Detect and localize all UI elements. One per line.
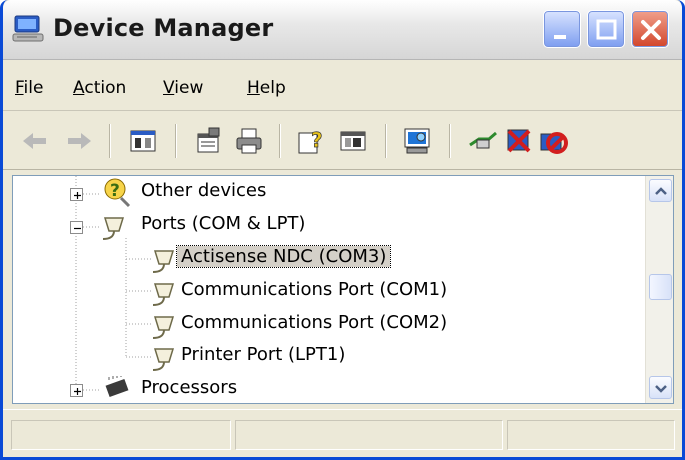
back-arrow-icon[interactable] (19, 125, 51, 157)
menu-file-label: ile (23, 78, 44, 98)
vertical-scrollbar[interactable] (645, 176, 673, 403)
toolbar-separator (279, 124, 281, 158)
collapse-ports[interactable] (70, 221, 83, 234)
port-icon (102, 217, 125, 240)
menu-file-accel: F (15, 78, 24, 98)
minimize-icon (554, 35, 566, 39)
toolbar-separator (109, 124, 111, 158)
tree-item-com2[interactable]: Communications Port (COM2) (181, 312, 447, 333)
scroll-up-button[interactable] (649, 179, 672, 202)
chevron-up-icon (655, 187, 667, 195)
unknown-device-icon: ? (104, 178, 131, 208)
plus-icon (74, 388, 81, 395)
show-hide-console-tree-icon[interactable] (127, 125, 159, 157)
help-icon[interactable]: ? (295, 125, 327, 157)
show-hide-action-pane-icon[interactable] (337, 125, 369, 157)
tree-item-other-devices[interactable]: Other devices (141, 180, 266, 201)
close-button[interactable] (631, 10, 669, 48)
menu-action[interactable]: Action (73, 78, 126, 98)
tree-item-processors[interactable]: Processors (141, 377, 237, 398)
maximize-icon (596, 19, 617, 40)
minus-icon (74, 227, 81, 230)
tree-item-actisense-ndc[interactable]: Actisense NDC (COM3) (175, 245, 392, 268)
status-pane-3 (507, 420, 675, 450)
expand-other-devices[interactable] (70, 188, 83, 201)
menu-view-accel: V (163, 78, 175, 98)
port-icon (152, 250, 175, 273)
scan-hardware-icon[interactable] (401, 125, 433, 157)
minimize-button[interactable] (543, 10, 581, 48)
chevron-down-icon (655, 385, 667, 393)
menu-bar: File Action View Help (3, 61, 682, 111)
svg-text:?: ? (311, 128, 323, 152)
menu-view-label: iew (174, 78, 204, 98)
tree-item-com1[interactable]: Communications Port (COM1) (181, 279, 447, 300)
expand-processors[interactable] (70, 384, 83, 397)
toolbar-separator (175, 124, 177, 158)
plus-icon (74, 192, 81, 199)
status-pane-1 (11, 420, 231, 450)
device-manager-window: Device Manager File Action View Help ? ?… (0, 0, 685, 460)
svg-text:?: ? (110, 181, 120, 201)
tree-item-ports[interactable]: Ports (COM & LPT) (141, 213, 305, 234)
menu-help-accel: H (247, 78, 260, 98)
scroll-thumb[interactable] (649, 274, 672, 300)
print-icon[interactable] (233, 125, 265, 157)
port-icon (152, 316, 175, 339)
disable-icon[interactable] (537, 125, 569, 157)
toolbar-separator (385, 124, 387, 158)
processor-icon (105, 376, 129, 398)
status-pane-2 (235, 420, 503, 450)
menu-view[interactable]: View (163, 78, 203, 98)
toolbar-separator (449, 124, 451, 158)
device-tree[interactable]: ? Other devices Ports (COM & LPT) Actise… (12, 175, 674, 404)
window-title: Device Manager (53, 14, 274, 42)
scroll-down-button[interactable] (649, 376, 672, 399)
properties-icon[interactable] (193, 125, 225, 157)
port-icon (152, 283, 175, 306)
tree-item-lpt1[interactable]: Printer Port (LPT1) (181, 344, 345, 365)
title-bar[interactable]: Device Manager (3, 0, 682, 60)
uninstall-icon[interactable] (503, 125, 535, 157)
menu-help-label: elp (259, 78, 286, 98)
menu-action-label: ction (84, 78, 127, 98)
menu-help[interactable]: Help (247, 78, 286, 98)
forward-arrow-icon[interactable] (63, 125, 95, 157)
toolbar: ? (3, 112, 682, 170)
port-icon (152, 348, 175, 371)
menu-action-accel: A (73, 78, 85, 98)
menu-file[interactable]: File (15, 78, 43, 98)
computer-icon (12, 15, 44, 42)
maximize-button[interactable] (587, 10, 625, 48)
status-bar (3, 409, 682, 457)
update-driver-icon[interactable] (467, 125, 499, 157)
close-icon (641, 20, 661, 40)
